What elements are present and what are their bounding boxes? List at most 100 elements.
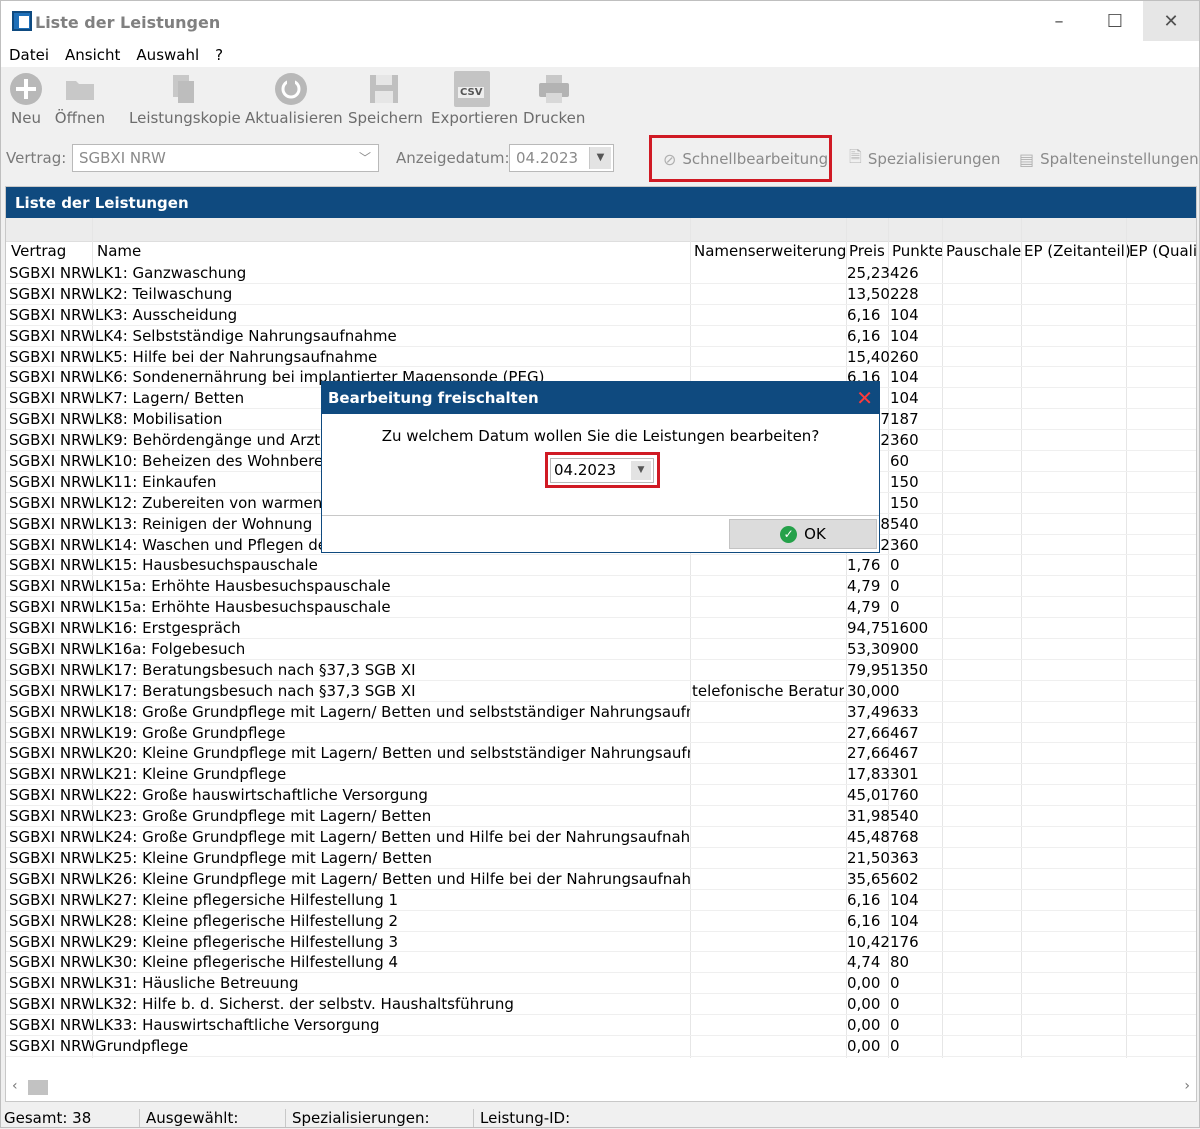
table-row[interactable]: SGBXI NRW LK25: Kleine Grundpflege mit La…: [6, 848, 1196, 869]
cell-name: LK21: Kleine Grundpflege: [95, 765, 287, 784]
cell-vertrag: SGBXI NRW: [9, 514, 94, 533]
col-ep-zeitanteil[interactable]: EP (Zeitanteil): [1024, 242, 1131, 260]
speichern-label: Speichern: [348, 109, 423, 127]
table-row[interactable]: SGBXI NRW LK5: Hilfe bei der Nahrungsaufn…: [6, 347, 1196, 368]
cell-vertrag: SGBXI NRW: [9, 765, 94, 784]
table-row[interactable]: SGBXI NRW LK27: Kleine pflegersiche Hilfe…: [6, 890, 1196, 911]
table-row[interactable]: SGBXI NRW LK1: Ganzwaschung 25,23 426: [6, 263, 1196, 284]
cell-punkte: 360: [890, 431, 919, 450]
neu-label: Neu: [11, 109, 41, 127]
col-punkte[interactable]: Punkte: [892, 242, 944, 260]
cell-name: LK24: Große Grundpflege mit Lagern/ Bett…: [95, 828, 690, 847]
spezialisierungen-button[interactable]: 🗎 Spezialisierungen: [849, 145, 1000, 173]
schnellbearbeitung-button[interactable]: ⊘ Schnellbearbeitung: [663, 145, 828, 173]
leistungskopie-button[interactable]: Leistungskopie: [129, 71, 241, 131]
cell-vertrag: SGBXI NRW: [9, 556, 94, 575]
table-row[interactable]: SGBXI NRW LK16a: Folgebesuch 53,30 900: [6, 639, 1196, 660]
table-row[interactable]: SGBXI NRW LK15: Hausbesuchspauschale 1,76 0: [6, 555, 1196, 577]
cell-punkte: 104: [890, 389, 919, 408]
cell-name: LK5: Hilfe bei der Nahrungsaufnahme: [95, 347, 378, 366]
spalteneinstellungen-button[interactable]: ▤ Spalteneinstellungen: [1019, 145, 1199, 173]
table-row[interactable]: SGBXI NRW LK23: Große Grundpflege mit Lag…: [6, 806, 1196, 828]
col-namenserweiterung[interactable]: Namenserweiterung: [694, 242, 846, 260]
cell-punkte: 104: [890, 326, 919, 345]
table-row[interactable]: SGBXI NRW LK17: Beratungsbesuch nach §37,…: [6, 681, 1196, 702]
minimize-button[interactable]: –: [1031, 1, 1087, 41]
table-row[interactable]: SGBXI NRW LK33: Hauswirtschaftliche Verso…: [6, 1015, 1196, 1036]
table-row[interactable]: SGBXI NRW LK28: Kleine pflegerische Hilfe…: [6, 911, 1196, 932]
dialog-date-value: 04.2023: [554, 461, 617, 479]
table-row[interactable]: SGBXI NRW LK18: Große Grundpflege mit Lag…: [6, 702, 1196, 723]
col-name[interactable]: Name: [97, 242, 141, 260]
menu-help[interactable]: ?: [207, 46, 231, 64]
scroll-left-icon[interactable]: ‹: [12, 1078, 18, 1094]
table-row[interactable]: SGBXI NRW LK19: Große Grundpflege 27,66 467: [6, 723, 1196, 744]
cell-preis: 79,95: [847, 660, 889, 679]
table-row[interactable]: SGBXI NRW LK32: Hilfe b. d. Sicherst. der…: [6, 994, 1196, 1016]
exportieren-button[interactable]: CSV Exportieren: [431, 71, 518, 131]
cell-preis: 37,49: [847, 702, 889, 721]
ok-label: OK: [804, 525, 826, 543]
cell-name: LK16: Erstgespräch: [95, 619, 241, 638]
menu-auswahl[interactable]: Auswahl: [128, 46, 207, 64]
table-row[interactable]: SGBXI NRW LK26: Kleine Grundpflege mit La…: [6, 869, 1196, 890]
horizontal-scrollbar[interactable]: ‹ ›: [6, 1077, 1196, 1097]
cell-vertrag: SGBXI NRW: [9, 869, 94, 888]
dialog-date-select[interactable]: 04.2023 ▼: [550, 458, 654, 483]
cell-name: LK33: Hauswirtschaftliche Versorgung: [95, 1016, 380, 1035]
table-row[interactable]: SGBXI NRW LK4: Selbstständige Nahrungsauf…: [6, 326, 1196, 347]
col-pauschale[interactable]: Pauschale: [946, 242, 1021, 260]
cell-punkte: 176: [890, 932, 919, 951]
table-row[interactable]: SGBXI NRW LK15a: Erhöhte Hausbesuchspausc…: [6, 597, 1196, 619]
cell-vertrag: SGBXI NRW: [9, 953, 94, 972]
cell-preis: 13,50: [847, 284, 889, 303]
cell-vertrag: SGBXI NRW: [9, 660, 94, 679]
table-row[interactable]: SGBXI NRW LK20: Kleine Grundpflege mit La…: [6, 743, 1196, 765]
anzeigedatum-select[interactable]: 04.2023 ▼: [509, 144, 614, 172]
table-row[interactable]: SGBXI NRW LK3: Ausscheidung 6,16 104: [6, 305, 1196, 326]
vertrag-select[interactable]: SGBXI NRW ﹀: [72, 144, 379, 172]
column-header-row: Vertrag Name Namenserweiterung Preis Pun…: [6, 242, 1197, 263]
scrollbar-thumb[interactable]: [28, 1080, 48, 1095]
dialog-close-icon[interactable]: ✕: [856, 386, 873, 410]
col-vertrag[interactable]: Vertrag: [11, 242, 66, 260]
table-row[interactable]: SGBXI NRW LK16: Erstgespräch 94,75 1600: [6, 618, 1196, 640]
drucken-button[interactable]: Drucken: [523, 71, 585, 131]
status-spezialisierungen: Spezialisierungen:: [292, 1109, 430, 1127]
col-ep-quali[interactable]: EP (Quali: [1129, 242, 1197, 260]
neu-button[interactable]: Neu: [7, 71, 45, 131]
scroll-right-icon[interactable]: ›: [1184, 1078, 1190, 1094]
cell-vertrag: SGBXI NRW: [9, 1036, 94, 1055]
cell-vertrag: SGBXI NRW: [9, 681, 94, 700]
table-row[interactable]: SGBXI NRW LK2: Teilwaschung 13,50 228: [6, 284, 1196, 305]
oeffnen-button[interactable]: Öffnen: [53, 71, 107, 131]
col-preis[interactable]: Preis: [849, 242, 885, 260]
cell-vertrag: SGBXI NRW: [9, 744, 94, 763]
table-row[interactable]: SGBXI NRW Grundpflege 0,00 0: [6, 1036, 1196, 1057]
table-row[interactable]: SGBXI NRW LK21: Kleine Grundpflege 17,83 30…: [6, 764, 1196, 786]
spalteneinstellungen-label: Spalteneinstellungen: [1040, 150, 1199, 168]
table-row[interactable]: SGBXI NRW LK24: Große Grundpflege mit Lag…: [6, 827, 1196, 848]
title-bar: Liste der Leistungen – ☐ ✕: [1, 1, 1199, 43]
cell-name: LK23: Große Grundpflege mit Lagern/ Bett…: [95, 807, 432, 826]
cell-preis: 4,79: [847, 598, 881, 617]
maximize-button[interactable]: ☐: [1087, 1, 1143, 41]
close-button[interactable]: ✕: [1143, 1, 1199, 41]
table-row[interactable]: SGBXI NRW LK22: Große hauswirtschaftliche…: [6, 785, 1196, 807]
cell-vertrag: SGBXI NRW: [9, 452, 94, 471]
aktualisieren-button[interactable]: Aktualisieren: [245, 71, 343, 131]
cell-vertrag: SGBXI NRW: [9, 807, 94, 826]
cell-punkte: 0: [890, 1016, 900, 1035]
speichern-button[interactable]: Speichern: [348, 71, 423, 131]
table-row[interactable]: SGBXI NRW LK31: Häusliche Betreuung 0,00 0: [6, 973, 1196, 995]
chevron-down-icon: ﹀: [358, 151, 371, 165]
menu-datei[interactable]: Datei: [1, 46, 57, 64]
menu-ansicht[interactable]: Ansicht: [57, 46, 128, 64]
ok-button[interactable]: ✓ OK: [729, 519, 877, 549]
table-row[interactable]: SGBXI NRW LK15a: Erhöhte Hausbesuchspausc…: [6, 576, 1196, 598]
cell-preis: 0,00: [847, 995, 881, 1014]
cell-preis: 27,66: [847, 723, 889, 742]
table-row[interactable]: SGBXI NRW LK30: Kleine pflegerische Hilfe…: [6, 952, 1196, 974]
table-row[interactable]: SGBXI NRW LK17: Beratungsbesuch nach §37,…: [6, 660, 1196, 681]
table-row[interactable]: SGBXI NRW LK29: Kleine pflegerische Hilfe…: [6, 932, 1196, 953]
